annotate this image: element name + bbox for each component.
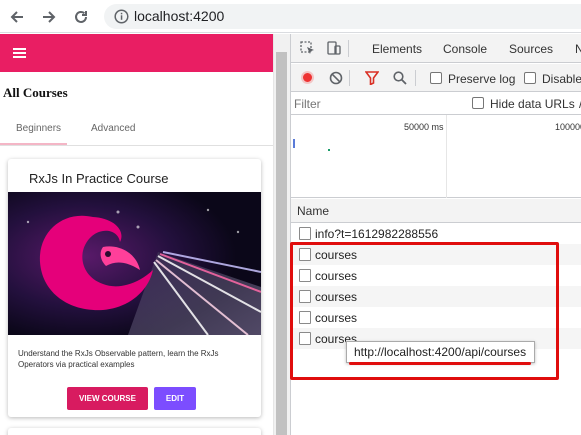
tab-beginners[interactable]: Beginners bbox=[16, 123, 61, 134]
course-image bbox=[8, 192, 261, 335]
page-title: All Courses bbox=[3, 85, 68, 100]
search-icon[interactable] bbox=[393, 71, 407, 90]
request-name[interactable]: info?t=1612982288556 bbox=[315, 227, 438, 241]
reload-icon[interactable] bbox=[70, 6, 92, 28]
menu-icon[interactable] bbox=[13, 48, 26, 58]
hide-data-urls-label: Hide data URLs bbox=[490, 97, 575, 111]
timeline-label: 100000 bbox=[555, 122, 581, 132]
device-toolbar-icon[interactable] bbox=[326, 40, 342, 61]
annotation-underline bbox=[349, 362, 531, 365]
network-overview[interactable]: 50000 ms 100000 bbox=[291, 115, 581, 198]
request-row[interactable]: info?t=1612982288556 bbox=[291, 223, 581, 244]
course-title: RxJs In Practice Course bbox=[29, 171, 169, 186]
timeline-event-dot bbox=[328, 149, 330, 151]
preserve-log-checkbox[interactable] bbox=[430, 72, 442, 84]
request-file-icon bbox=[299, 227, 311, 240]
disable-cache-label: Disable bbox=[542, 72, 581, 86]
tab-sources[interactable]: Sources bbox=[509, 42, 553, 56]
back-icon[interactable] bbox=[6, 6, 28, 28]
inspect-element-icon[interactable] bbox=[300, 41, 315, 61]
toolbar-divider bbox=[348, 40, 349, 57]
network-toolbar: Preserve log Disable bbox=[291, 64, 581, 92]
tab-advanced[interactable]: Advanced bbox=[91, 123, 135, 134]
tab-console[interactable]: Console bbox=[443, 42, 487, 56]
toolbar-divider bbox=[349, 70, 350, 86]
clear-icon[interactable] bbox=[329, 71, 343, 90]
preserve-log-label: Preserve log bbox=[448, 72, 516, 86]
tab-elements[interactable]: Elements bbox=[372, 42, 422, 56]
filter-bar: Hide data URLs / bbox=[291, 93, 581, 115]
request-url-tooltip: http://localhost:4200/api/courses bbox=[346, 341, 535, 363]
app-header bbox=[0, 34, 273, 72]
tab-network[interactable]: N bbox=[575, 42, 581, 56]
app-pane: All Courses Beginners Advanced RxJs In P… bbox=[0, 34, 273, 435]
url-text[interactable]: localhost:4200 bbox=[134, 8, 224, 24]
filter-icon[interactable] bbox=[364, 71, 380, 90]
filter-input[interactable] bbox=[294, 95, 458, 113]
course-description: Understand the RxJs Observable pattern, … bbox=[18, 349, 219, 369]
disable-cache-checkbox[interactable] bbox=[524, 72, 536, 84]
edit-button[interactable]: EDIT bbox=[154, 387, 196, 410]
request-table-header: Name bbox=[291, 199, 581, 223]
record-icon[interactable] bbox=[301, 71, 314, 84]
devtools-tabbar: Elements Console Sources N bbox=[291, 34, 581, 63]
tabs-divider bbox=[0, 145, 273, 146]
browser-toolbar: localhost:4200 bbox=[0, 0, 581, 33]
name-column-header[interactable]: Name bbox=[297, 204, 329, 218]
hide-data-urls-checkbox[interactable] bbox=[472, 97, 484, 109]
info-icon[interactable] bbox=[114, 9, 129, 29]
course-card: RxJs In Practice Course Understand the R… bbox=[8, 159, 261, 417]
next-course-card bbox=[8, 428, 261, 435]
view-course-button[interactable]: VIEW COURSE bbox=[67, 387, 148, 410]
forward-icon[interactable] bbox=[38, 6, 60, 28]
timeline-gridline bbox=[446, 115, 447, 198]
timeline-start-marker bbox=[293, 139, 295, 148]
toolbar-divider bbox=[415, 70, 416, 86]
scrollbar-thumb[interactable] bbox=[276, 52, 287, 435]
timeline-label: 50000 ms bbox=[404, 122, 444, 132]
